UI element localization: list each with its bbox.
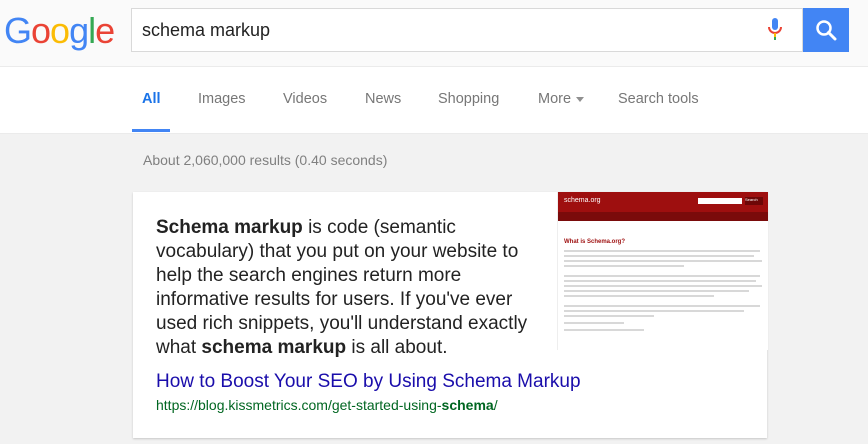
thumbnail-text-line: [564, 329, 644, 331]
chevron-down-icon: [576, 96, 585, 102]
thumbnail-heading: What is Schema.org?: [564, 239, 626, 245]
thumbnail-text-line: [564, 290, 749, 292]
featured-snippet-card: Schema markup is code (semantic vocabula…: [133, 192, 768, 438]
tab-all[interactable]: All: [142, 91, 161, 107]
logo-letter: e: [95, 10, 115, 51]
tab-news[interactable]: News: [365, 91, 401, 107]
result-title-link[interactable]: How to Boost Your SEO by Using Schema Ma…: [156, 371, 581, 393]
snippet-bold-term: schema markup: [201, 337, 347, 358]
thumbnail-text-line: [564, 295, 714, 297]
thumbnail-text-line: [564, 285, 762, 287]
thumbnail-search-button: Search: [745, 197, 763, 205]
result-url[interactable]: https://blog.kissmetrics.com/get-started…: [156, 397, 498, 413]
logo-letter: o: [31, 10, 51, 51]
snippet-thumbnail[interactable]: schema.org Search What is Schema.org?: [557, 192, 768, 350]
search-icon: [803, 19, 849, 41]
thumbnail-site-name: schema.org: [564, 197, 601, 204]
search-input[interactable]: [132, 9, 762, 51]
thumbnail-text-line: [564, 265, 684, 267]
thumbnail-header: schema.org Search: [558, 192, 768, 212]
search-box: [131, 8, 803, 52]
tab-shopping[interactable]: Shopping: [438, 91, 499, 107]
thumbnail-search-field: [698, 198, 742, 204]
tab-search-tools[interactable]: Search tools: [618, 91, 699, 107]
snippet-bold-term: Schema markup: [156, 217, 303, 238]
logo-letter: G: [4, 10, 32, 51]
tab-videos[interactable]: Videos: [283, 91, 327, 107]
thumbnail-text-line: [564, 322, 624, 324]
results-stats: About 2,060,000 results (0.40 seconds): [143, 152, 388, 168]
header: Google: [0, 0, 868, 67]
active-tab-indicator: [132, 129, 170, 132]
thumbnail-text-line: [564, 315, 654, 317]
thumbnail-text-line: [564, 260, 762, 262]
result-url-bold: schema: [441, 397, 494, 413]
tab-more[interactable]: More: [538, 91, 585, 107]
tab-more-label: More: [538, 91, 572, 107]
tab-images[interactable]: Images: [198, 91, 246, 107]
result-url-text: /: [493, 397, 498, 413]
thumbnail-nav: [558, 212, 768, 221]
result-url-text: https://blog.kissmetrics.com/get-started…: [156, 397, 442, 413]
thumbnail-text-line: [564, 275, 760, 277]
thumbnail-text-line: [564, 250, 760, 252]
logo-letter: o: [50, 10, 70, 51]
search-button[interactable]: [803, 8, 849, 52]
thumbnail-text-line: [564, 305, 760, 307]
logo-letter: l: [88, 10, 96, 51]
featured-snippet-text: Schema markup is code (semantic vocabula…: [156, 216, 534, 360]
thumbnail-text-line: [564, 280, 756, 282]
logo-letter: g: [69, 10, 89, 51]
thumbnail-text-line: [564, 310, 744, 312]
snippet-text: is all about.: [346, 337, 448, 358]
search-tabs: All Images Videos News Shopping More Sea…: [0, 67, 868, 134]
google-logo[interactable]: Google: [4, 10, 115, 52]
thumbnail-text-line: [564, 255, 754, 257]
microphone-icon[interactable]: [768, 18, 782, 45]
